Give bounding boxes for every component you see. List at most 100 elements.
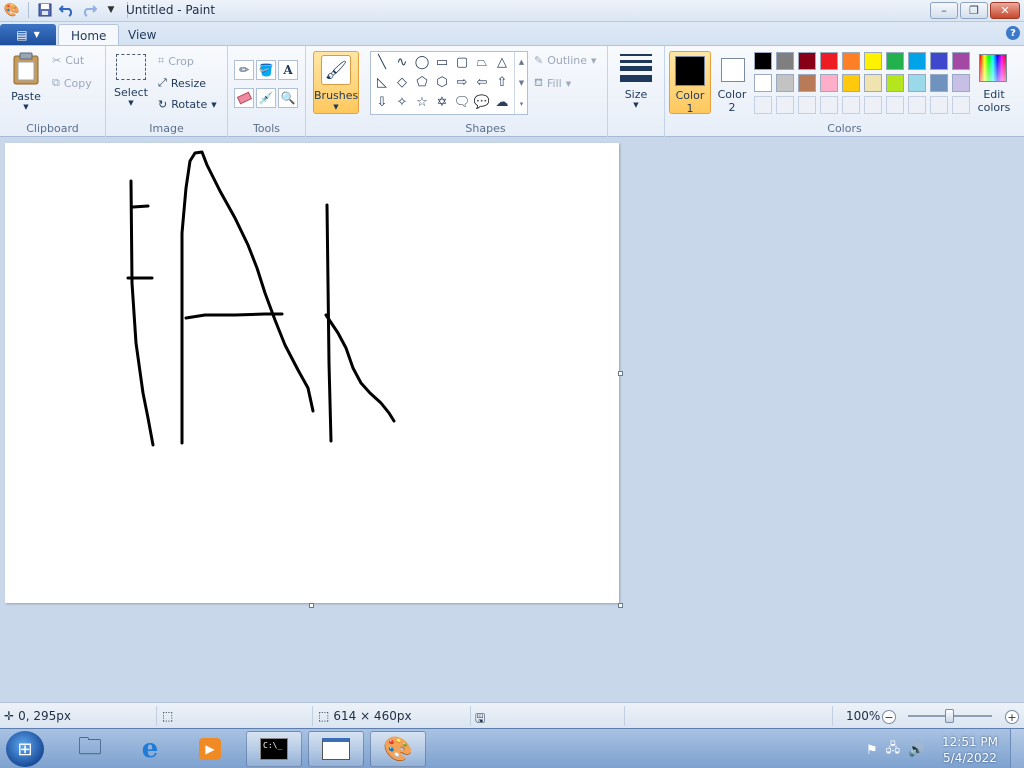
palette-swatch[interactable] [930, 52, 948, 70]
taskbar-internet-explorer[interactable]: e [122, 731, 178, 767]
palette-swatch[interactable] [952, 52, 970, 70]
line-shape-icon[interactable]: ╲ [373, 53, 391, 71]
palette-swatch[interactable] [886, 52, 904, 70]
custom-color-slot[interactable] [754, 96, 772, 114]
eraser-icon[interactable] [234, 88, 254, 108]
show-desktop-button[interactable] [1010, 729, 1024, 768]
customize-qat-icon[interactable]: ▼ [103, 2, 119, 18]
diamond-shape-icon[interactable]: ◇ [393, 73, 411, 91]
oval-shape-icon[interactable]: ◯ [413, 53, 431, 71]
size-button[interactable]: Size ▼ [616, 54, 656, 109]
volume-icon[interactable]: 🔊 [908, 743, 924, 758]
crop-button[interactable]: ⌗ Crop [158, 54, 194, 68]
custom-color-slot[interactable] [798, 96, 816, 114]
minimize-button[interactable]: – [930, 2, 958, 19]
right-triangle-shape-icon[interactable]: ◺ [373, 73, 391, 91]
resize-handle-bottom[interactable] [309, 603, 314, 608]
drawing-canvas[interactable] [5, 143, 619, 603]
color1-button[interactable]: Color 1 [669, 51, 711, 115]
oval-callout-shape-icon[interactable]: 💬 [473, 93, 491, 111]
rounded-callout-shape-icon[interactable]: 🗨 [453, 93, 471, 111]
resize-handle-corner[interactable] [618, 603, 623, 608]
custom-color-slot[interactable] [930, 96, 948, 114]
zoom-out-button[interactable]: − [882, 710, 896, 724]
palette-swatch[interactable] [798, 74, 816, 92]
curve-shape-icon[interactable]: ∿ [393, 53, 411, 71]
palette-swatch[interactable] [864, 52, 882, 70]
zoom-in-button[interactable]: + [1005, 710, 1019, 724]
palette-swatch[interactable] [776, 52, 794, 70]
tab-home[interactable]: Home [58, 24, 120, 46]
paint-app-icon[interactable]: 🎨 [4, 2, 20, 18]
up-arrow-shape-icon[interactable]: ⇧ [493, 73, 511, 91]
fill-bucket-icon[interactable]: 🪣 [256, 60, 276, 80]
down-arrow-shape-icon[interactable]: ⇩ [373, 93, 391, 111]
copy-button[interactable]: ⧉ Copy [52, 76, 92, 90]
action-center-flag-icon[interactable]: ⚑ [866, 743, 878, 758]
close-button[interactable]: ✕ [990, 2, 1020, 19]
undo-icon[interactable] [59, 2, 75, 18]
zoom-slider-thumb[interactable] [945, 709, 954, 723]
five-point-star-shape-icon[interactable]: ☆ [413, 93, 431, 111]
custom-color-slot[interactable] [864, 96, 882, 114]
save-icon[interactable] [37, 2, 53, 18]
palette-swatch[interactable] [820, 52, 838, 70]
palette-swatch[interactable] [776, 74, 794, 92]
cut-button[interactable]: ✂ Cut [52, 54, 84, 67]
triangle-shape-icon[interactable]: △ [493, 53, 511, 71]
taskbar-paint[interactable]: 🎨 [370, 731, 426, 767]
palette-swatch[interactable] [864, 74, 882, 92]
palette-swatch[interactable] [908, 52, 926, 70]
custom-color-slot[interactable] [886, 96, 904, 114]
taskbar-window[interactable] [308, 731, 364, 767]
tab-view[interactable]: View [116, 24, 168, 46]
custom-color-slot[interactable] [908, 96, 926, 114]
shapes-scrollbar[interactable]: ▲ ▼ ▾ [514, 52, 528, 114]
help-icon[interactable]: ? [1006, 26, 1020, 40]
resize-handle-right[interactable] [618, 371, 623, 376]
magnifier-icon[interactable]: 🔍 [278, 88, 298, 108]
scroll-up-icon[interactable]: ▲ [519, 58, 524, 66]
palette-swatch[interactable] [842, 74, 860, 92]
left-arrow-shape-icon[interactable]: ⇦ [473, 73, 491, 91]
paste-button[interactable]: Paste ▼ [8, 52, 44, 111]
taskbar-command-prompt[interactable]: C:\_ [246, 731, 302, 767]
custom-color-slot[interactable] [776, 96, 794, 114]
right-arrow-shape-icon[interactable]: ⇨ [453, 73, 471, 91]
brushes-button[interactable]: 🖌 Brushes ▼ [313, 51, 359, 114]
taskbar-explorer[interactable]: 🗀 [62, 731, 118, 767]
custom-color-slot[interactable] [842, 96, 860, 114]
edit-colors-button[interactable]: Edit colors [976, 52, 1012, 115]
taskbar-media-player[interactable]: ▶ [182, 731, 238, 767]
network-icon[interactable]: 🖧 [886, 739, 901, 761]
maximize-button[interactable]: ❐ [960, 2, 988, 19]
custom-color-slot[interactable] [820, 96, 838, 114]
palette-swatch[interactable] [908, 74, 926, 92]
select-button[interactable]: Select ▼ [114, 54, 148, 107]
palette-swatch[interactable] [754, 52, 772, 70]
rotate-button[interactable]: ↻ Rotate ▼ [158, 98, 217, 111]
palette-swatch[interactable] [930, 74, 948, 92]
palette-swatch[interactable] [952, 74, 970, 92]
palette-swatch[interactable] [886, 74, 904, 92]
fill-button[interactable]: ⛾ Fill ▼ [534, 76, 571, 91]
redo-icon[interactable] [81, 2, 97, 18]
start-button[interactable]: ⊞ [6, 731, 44, 767]
resize-button[interactable]: ⤢ Resize [158, 76, 206, 90]
paint-menu-button[interactable]: ▤ ▼ [0, 24, 56, 45]
palette-swatch[interactable] [754, 74, 772, 92]
six-point-star-shape-icon[interactable]: ✡ [433, 93, 451, 111]
polygon-shape-icon[interactable]: ⏢ [473, 53, 491, 71]
palette-swatch[interactable] [798, 52, 816, 70]
cloud-callout-shape-icon[interactable]: ☁ [493, 93, 511, 111]
color-picker-icon[interactable]: 💉 [256, 88, 276, 108]
hexagon-shape-icon[interactable]: ⬡ [433, 73, 451, 91]
taskbar-clock[interactable]: 12:51 PM 5/4/2022 [942, 734, 998, 766]
four-point-star-shape-icon[interactable]: ✧ [393, 93, 411, 111]
palette-swatch[interactable] [820, 74, 838, 92]
outline-button[interactable]: ✎ Outline ▼ [534, 54, 596, 67]
color2-button[interactable]: Color 2 [714, 51, 750, 114]
pencil-icon[interactable]: ✏ [234, 60, 254, 80]
scroll-down-icon[interactable]: ▼ [519, 79, 524, 87]
pentagon-shape-icon[interactable]: ⬠ [413, 73, 431, 91]
